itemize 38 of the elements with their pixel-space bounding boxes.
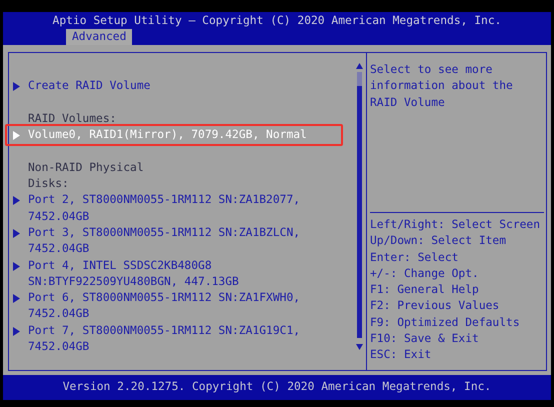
triangle-right-icon (13, 228, 20, 238)
help-text: Select to see more (370, 62, 494, 78)
key-hint: F9: Optimized Defaults (370, 314, 521, 331)
section-label: RAID Volumes: (28, 110, 118, 127)
menu-item[interactable]: 7452.04GB (28, 208, 355, 225)
scrollbar[interactable] (355, 62, 364, 352)
key-hint: F1: General Help (370, 282, 480, 298)
menu-item[interactable]: 7452.04GB (28, 241, 355, 258)
menu-item[interactable]: SN:BTYF922509YU480BGN, 447.13GB (28, 274, 355, 290)
menu-item[interactable]: Port 6, ST8000NM0055-1RM112 SN:ZA1FXWH0, (28, 290, 355, 306)
menu-item[interactable]: Port 3, ST8000NM0055-1RM112 SN:ZA1BZLCN, (28, 224, 355, 242)
key-hint: +/-: Change Opt. (370, 266, 480, 282)
menu-item[interactable]: Create RAID Volume (28, 78, 355, 95)
key-hint: Left/Right: Select Screen (370, 217, 542, 233)
section-label: Disks: (28, 176, 70, 192)
key-hint: F2: Previous Values (370, 298, 500, 314)
section-label: Non-RAID Physical (28, 160, 145, 176)
tab[interactable]: Advanced (66, 29, 132, 46)
key-hint: F10: Save & Exit (370, 331, 480, 348)
triangle-right-icon (13, 326, 20, 336)
menu-item[interactable]: Port 4, INTEL SSDSC2KB480G8 (28, 258, 355, 274)
menu-item[interactable]: Port 7, ST8000NM0055-1RM112 SN:ZA1G19C1, (28, 322, 355, 340)
menu-item[interactable]: 7452.04GB (28, 306, 355, 323)
menu-item[interactable]: Port 2, ST8000NM0055-1RM112 SN:ZA1B2077, (28, 192, 355, 209)
version-footer: Version 2.20.1275. Copyright (C) 2020 American Megatrends, Inc. (3, 375, 551, 400)
triangle-right-icon (13, 82, 20, 92)
menu-item[interactable]: 7452.04GB (28, 339, 355, 356)
triangle-right-icon (13, 262, 20, 271)
key-hint: Up/Down: Select Item (370, 233, 508, 250)
help-text: information about the (370, 78, 514, 94)
triangle-right-icon (13, 196, 20, 206)
triangle-right-icon (13, 131, 20, 140)
key-hint: ESC: Exit (370, 347, 432, 364)
key-hint: Enter: Select (370, 250, 460, 266)
menu-item[interactable]: Volume0, RAID1(Mirror), 7079.42GB, Normal (28, 127, 355, 144)
help-text: RAID Volume (370, 94, 446, 111)
triangle-right-icon (13, 294, 20, 304)
window-title: Aptio Setup Utility – Copyright (C) 2020 American Megatrends, Inc. (52, 13, 502, 29)
